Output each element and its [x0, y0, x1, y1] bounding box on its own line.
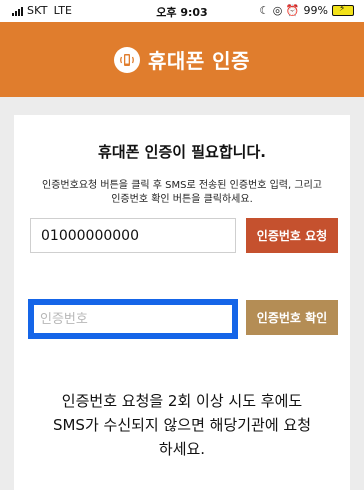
notice-line-3: 하세요. — [158, 440, 206, 458]
instruction-line-1: 인증번호요청 버튼을 클릭 후 SMS로 전송된 인증번호 입력, 그리고 — [42, 180, 322, 191]
notice-line-1: 인증번호 요청을 2회 이상 시도 후에도 — [61, 392, 303, 410]
instruction-line-2: 인증번호 확인 버튼을 클릭하세요. — [111, 194, 253, 205]
phone-number-input[interactable] — [30, 218, 236, 253]
instruction-text: 인증번호요청 버튼을 클릭 후 SMS로 전송된 인증번호 입력, 그리고 인증… — [40, 179, 324, 207]
phone-vibrate-icon — [114, 46, 141, 73]
page-title: 휴대폰 인증 — [148, 49, 250, 73]
battery-percent: 99% — [303, 4, 328, 17]
battery-icon — [332, 4, 354, 16]
request-code-button[interactable]: 인증번호 요청 — [246, 218, 338, 253]
status-indicators-icon: ☾ ◎ ⏰ — [259, 4, 300, 17]
verification-heading: 휴대폰 인증이 필요합니다. — [98, 143, 266, 161]
retry-notice: 인증번호 요청을 2회 이상 시도 후에도 SMS가 수신되지 않으면 해당기관… — [36, 389, 328, 461]
status-right: ☾ ◎ ⏰ 99% — [259, 4, 354, 17]
verification-card: 휴대폰 인증이 필요합니다. 인증번호요청 버튼을 클릭 후 SMS로 전송된 … — [14, 115, 350, 490]
verification-code-input[interactable] — [28, 299, 238, 339]
status-bar: SKT LTE 오후 9:03 ☾ ◎ ⏰ 99% — [0, 0, 364, 22]
confirm-code-button[interactable]: 인증번호 확인 — [246, 300, 338, 335]
page-header: 휴대폰 인증 — [0, 22, 364, 97]
notice-line-2: SMS가 수신되지 않으면 해당기관에 요청 — [52, 416, 312, 434]
